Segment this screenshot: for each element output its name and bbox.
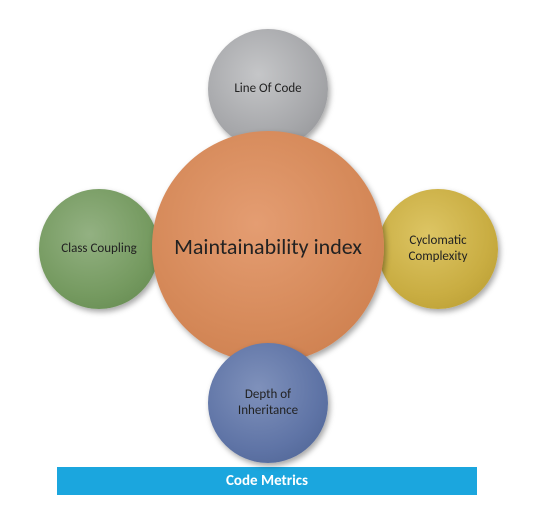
metric-depth-of-inheritance: Depth of Inheritance (208, 343, 328, 463)
metric-label: Depth of Inheritance (216, 387, 320, 418)
metric-label: Cyclomatic Complexity (386, 233, 490, 264)
title-label: Code Metrics (226, 472, 308, 490)
center-label: Maintainability index (174, 234, 362, 259)
metric-label: Class Coupling (61, 241, 137, 257)
title-bar: Code Metrics (57, 467, 477, 495)
metric-class-coupling: Class Coupling (39, 189, 159, 309)
metric-label: Line Of Code (234, 81, 301, 97)
diagram-canvas: Line Of Code Class Coupling Cyclomatic C… (0, 0, 536, 506)
metric-maintainability-index: Maintainability index (152, 131, 384, 363)
metric-cyclomatic-complexity: Cyclomatic Complexity (378, 189, 498, 309)
